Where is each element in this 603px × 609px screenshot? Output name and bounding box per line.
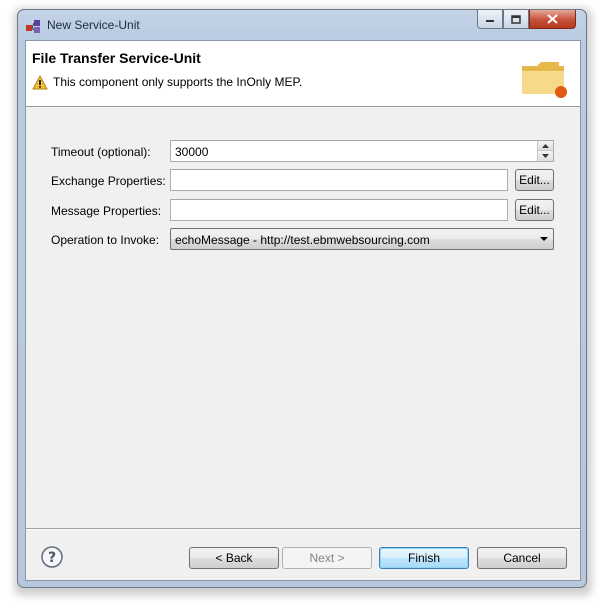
title-bar[interactable]: New Service-Unit: [18, 10, 586, 40]
maximize-button[interactable]: [503, 10, 529, 29]
timeout-field[interactable]: 30000: [170, 140, 554, 162]
dialog-client-area: File Transfer Service-Unit This componen…: [25, 40, 581, 581]
close-button[interactable]: [529, 10, 576, 29]
spin-up-button[interactable]: [538, 141, 553, 151]
exchange-properties-field[interactable]: [170, 169, 508, 191]
minimize-icon: [486, 20, 494, 22]
help-icon[interactable]: ?: [41, 546, 63, 568]
finish-button[interactable]: Finish: [379, 547, 469, 569]
next-button[interactable]: Next >: [282, 547, 372, 569]
message-properties-label: Message Properties:: [51, 204, 162, 218]
operation-select[interactable]: echoMessage - http://test.ebmwebsourcing…: [170, 228, 554, 250]
operation-value: echoMessage - http://test.ebmwebsourcing…: [175, 233, 430, 247]
wizard-header: File Transfer Service-Unit This componen…: [26, 41, 580, 107]
dialog-window: New Service-Unit File Transfer Service-U…: [17, 9, 587, 588]
window-title: New Service-Unit: [47, 18, 140, 32]
header-message: This component only supports the InOnly …: [53, 75, 303, 89]
maximize-icon: [511, 14, 521, 24]
warning-icon: [32, 75, 48, 90]
spin-down-button[interactable]: [538, 151, 553, 161]
chevron-up-icon: [542, 143, 549, 148]
service-unit-icon: [26, 20, 40, 33]
timeout-spinner[interactable]: [537, 141, 553, 161]
minimize-button[interactable]: [477, 10, 503, 29]
exchange-properties-label: Exchange Properties:: [51, 174, 166, 188]
timeout-label: Timeout (optional):: [51, 145, 151, 159]
back-button[interactable]: < Back: [189, 547, 279, 569]
folder-icon: [522, 62, 567, 98]
page-title: File Transfer Service-Unit: [32, 50, 201, 66]
svg-text:?: ?: [48, 550, 56, 566]
footer-divider: [26, 528, 580, 530]
cancel-button[interactable]: Cancel: [477, 547, 567, 569]
exchange-properties-edit-button[interactable]: Edit...: [515, 169, 554, 191]
chevron-down-icon: [540, 237, 548, 241]
timeout-value: 30000: [175, 145, 209, 159]
chevron-down-icon: [542, 154, 549, 158]
operation-label: Operation to Invoke:: [51, 233, 160, 247]
message-properties-edit-button[interactable]: Edit...: [515, 199, 554, 221]
message-properties-field[interactable]: [170, 199, 508, 221]
close-icon: [547, 14, 558, 24]
